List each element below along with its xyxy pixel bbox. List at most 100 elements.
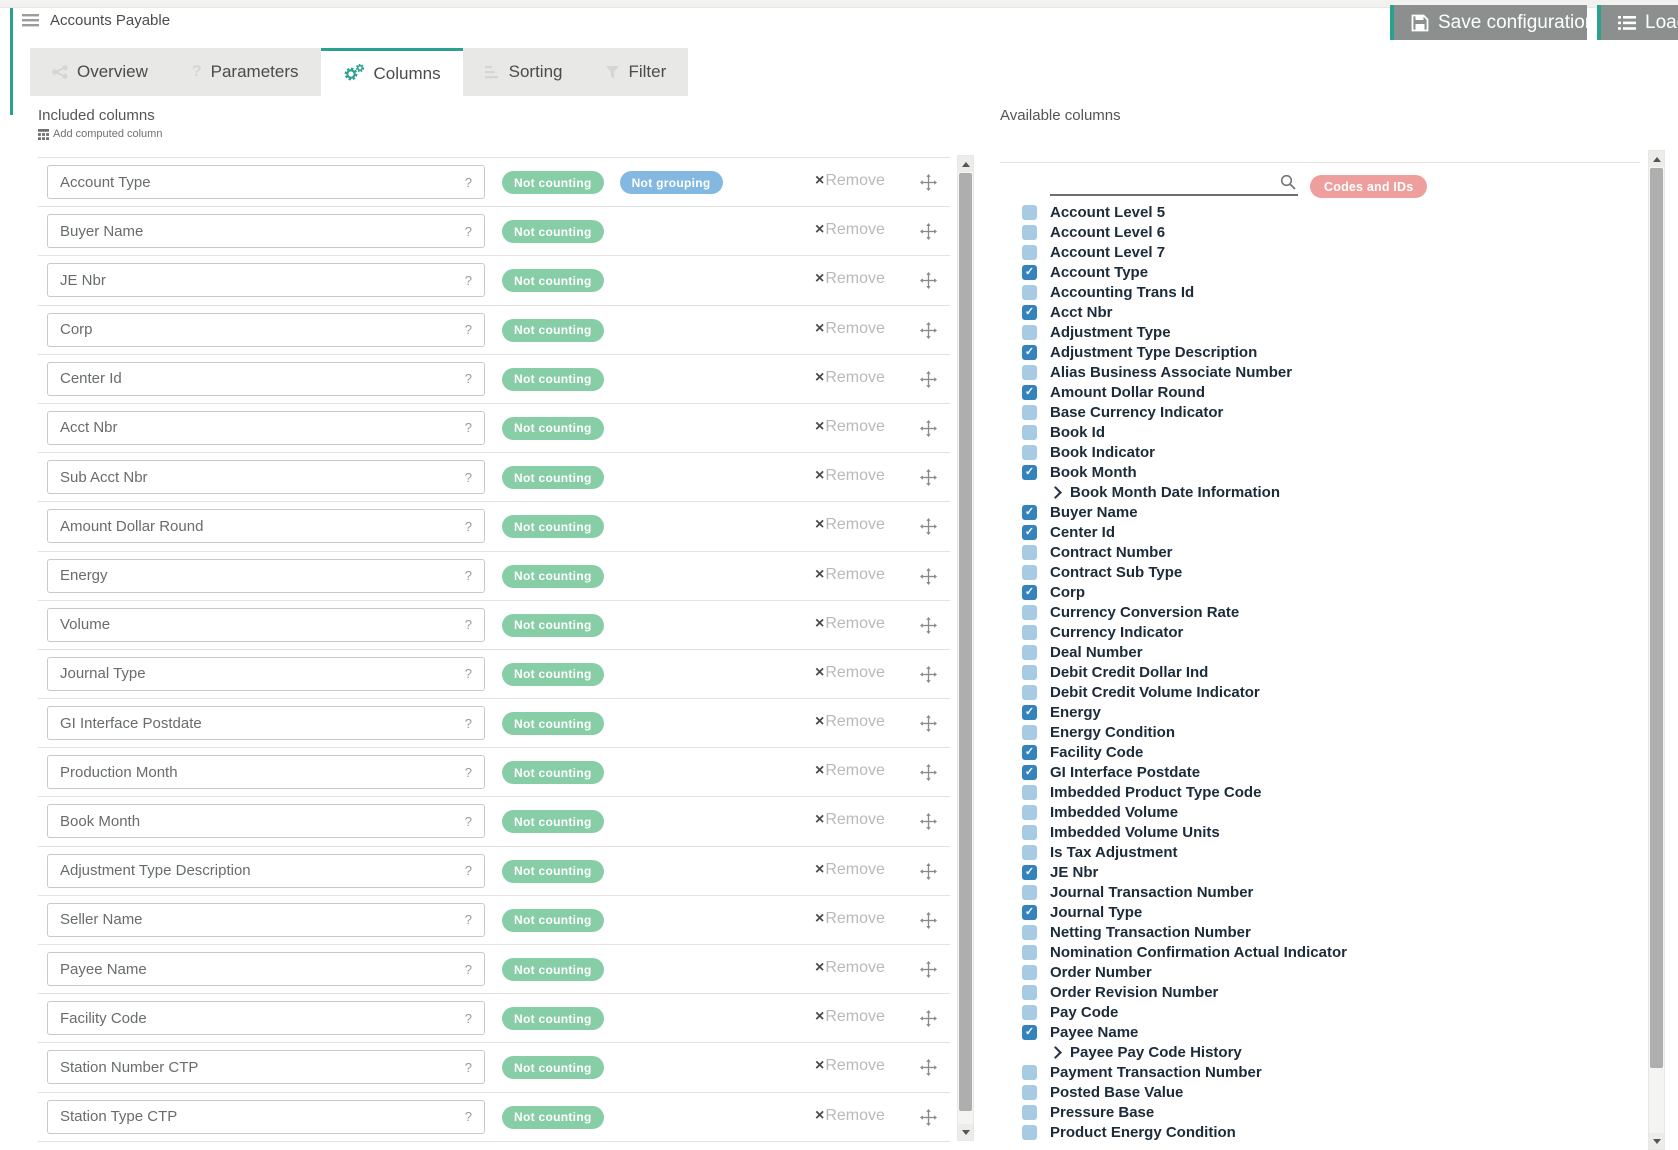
scrollbar-thumb[interactable]: [1650, 168, 1663, 1068]
column-name-field[interactable]: Station Type CTP ?: [47, 1100, 485, 1134]
checkbox[interactable]: [1022, 605, 1037, 620]
remove-button[interactable]: × Remove: [815, 270, 885, 288]
help-icon[interactable]: ?: [465, 912, 472, 927]
included-list-scrollbar[interactable]: [957, 155, 974, 1141]
available-list-scrollbar[interactable]: [1648, 150, 1665, 1150]
column-name-field[interactable]: Acct Nbr ?: [47, 411, 485, 445]
codes-and-ids-badge[interactable]: Codes and IDs: [1310, 175, 1427, 198]
available-column-item[interactable]: Is Tax Adjustment: [1022, 842, 1632, 862]
help-icon[interactable]: ?: [465, 814, 472, 829]
remove-button[interactable]: × Remove: [815, 762, 885, 780]
checkbox[interactable]: [1022, 665, 1037, 680]
help-icon[interactable]: ?: [465, 322, 472, 337]
remove-button[interactable]: × Remove: [815, 910, 885, 928]
checkbox[interactable]: ✓: [1022, 865, 1037, 880]
available-column-item[interactable]: ✓ Adjustment Type Description: [1022, 342, 1632, 362]
available-column-item[interactable]: Imbedded Volume: [1022, 802, 1632, 822]
remove-button[interactable]: × Remove: [815, 861, 885, 879]
checkbox[interactable]: [1022, 545, 1037, 560]
remove-button[interactable]: × Remove: [815, 1107, 885, 1125]
available-column-item[interactable]: Accounting Trans Id: [1022, 282, 1632, 302]
checkbox[interactable]: ✓: [1022, 505, 1037, 520]
help-icon[interactable]: ?: [465, 420, 472, 435]
available-column-item[interactable]: ✓ Book Month: [1022, 462, 1632, 482]
checkbox[interactable]: [1022, 245, 1037, 260]
column-name-field[interactable]: Journal Type ?: [47, 657, 485, 691]
checkbox[interactable]: [1022, 845, 1037, 860]
column-name-field[interactable]: Seller Name ?: [47, 903, 485, 937]
move-handle-icon[interactable]: [920, 1010, 937, 1027]
available-column-item[interactable]: Pay Code: [1022, 1002, 1632, 1022]
scroll-up-button[interactable]: [1649, 151, 1664, 167]
help-icon[interactable]: ?: [465, 175, 472, 190]
column-name-field[interactable]: Adjustment Type Description ?: [47, 854, 485, 888]
remove-button[interactable]: × Remove: [815, 811, 885, 829]
tab-overview[interactable]: Overview: [30, 48, 170, 96]
checkbox[interactable]: [1022, 1125, 1037, 1140]
move-handle-icon[interactable]: [920, 371, 937, 388]
help-icon[interactable]: ?: [465, 666, 472, 681]
checkbox[interactable]: ✓: [1022, 585, 1037, 600]
available-column-item[interactable]: ✓ Amount Dollar Round: [1022, 382, 1632, 402]
menu-icon[interactable]: [22, 14, 39, 32]
column-name-field[interactable]: Payee Name ?: [47, 952, 485, 986]
available-column-item[interactable]: Account Level 6: [1022, 222, 1632, 242]
move-handle-icon[interactable]: [920, 764, 937, 781]
help-icon[interactable]: ?: [465, 519, 472, 534]
column-name-field[interactable]: Energy ?: [47, 559, 485, 593]
help-icon[interactable]: ?: [465, 470, 472, 485]
remove-button[interactable]: × Remove: [815, 172, 885, 190]
checkbox[interactable]: ✓: [1022, 1025, 1037, 1040]
move-handle-icon[interactable]: [920, 961, 937, 978]
checkbox[interactable]: ✓: [1022, 265, 1037, 280]
checkbox[interactable]: [1022, 1005, 1037, 1020]
available-column-item[interactable]: ✓ Buyer Name: [1022, 502, 1632, 522]
remove-button[interactable]: × Remove: [815, 566, 885, 584]
move-handle-icon[interactable]: [920, 322, 937, 339]
checkbox[interactable]: [1022, 325, 1037, 340]
available-column-item[interactable]: Imbedded Volume Units: [1022, 822, 1632, 842]
help-icon[interactable]: ?: [465, 716, 472, 731]
available-column-item[interactable]: Book Indicator: [1022, 442, 1632, 462]
checkbox[interactable]: ✓: [1022, 745, 1037, 760]
available-column-item[interactable]: ✓ Facility Code: [1022, 742, 1632, 762]
checkbox[interactable]: [1022, 445, 1037, 460]
move-handle-icon[interactable]: [920, 469, 937, 486]
move-handle-icon[interactable]: [920, 813, 937, 830]
move-handle-icon[interactable]: [920, 666, 937, 683]
remove-button[interactable]: × Remove: [815, 1008, 885, 1026]
remove-button[interactable]: × Remove: [815, 516, 885, 534]
available-column-item[interactable]: Account Level 5: [1022, 202, 1632, 222]
checkbox[interactable]: ✓: [1022, 525, 1037, 540]
move-handle-icon[interactable]: [920, 174, 937, 191]
add-computed-column-button[interactable]: Add computed column: [38, 128, 162, 140]
available-column-item[interactable]: Currency Conversion Rate: [1022, 602, 1632, 622]
column-name-field[interactable]: Facility Code ?: [47, 1001, 485, 1035]
scroll-down-button[interactable]: [958, 1124, 973, 1140]
column-name-field[interactable]: Corp ?: [47, 313, 485, 347]
column-name-field[interactable]: Account Type ?: [47, 165, 485, 199]
move-handle-icon[interactable]: [920, 912, 937, 929]
expand-chevron-icon[interactable]: [1049, 486, 1062, 499]
help-icon[interactable]: ?: [465, 224, 472, 239]
move-handle-icon[interactable]: [920, 1109, 937, 1126]
checkbox[interactable]: ✓: [1022, 465, 1037, 480]
checkbox[interactable]: [1022, 405, 1037, 420]
tab-filter[interactable]: Filter: [584, 48, 688, 96]
checkbox[interactable]: ✓: [1022, 305, 1037, 320]
move-handle-icon[interactable]: [920, 617, 937, 634]
available-column-item[interactable]: Deal Number: [1022, 642, 1632, 662]
help-icon[interactable]: ?: [465, 568, 472, 583]
checkbox[interactable]: [1022, 625, 1037, 640]
remove-button[interactable]: × Remove: [815, 369, 885, 387]
checkbox[interactable]: [1022, 1085, 1037, 1100]
tab-columns[interactable]: Columns: [321, 48, 463, 96]
available-column-item[interactable]: Book Id: [1022, 422, 1632, 442]
expand-chevron-icon[interactable]: [1049, 1046, 1062, 1059]
checkbox[interactable]: ✓: [1022, 705, 1037, 720]
checkbox[interactable]: [1022, 725, 1037, 740]
available-column-item[interactable]: Debit Credit Dollar Ind: [1022, 662, 1632, 682]
available-column-item[interactable]: Pressure Base: [1022, 1102, 1632, 1122]
checkbox[interactable]: [1022, 1065, 1037, 1080]
load-button[interactable]: Load: [1597, 5, 1678, 40]
